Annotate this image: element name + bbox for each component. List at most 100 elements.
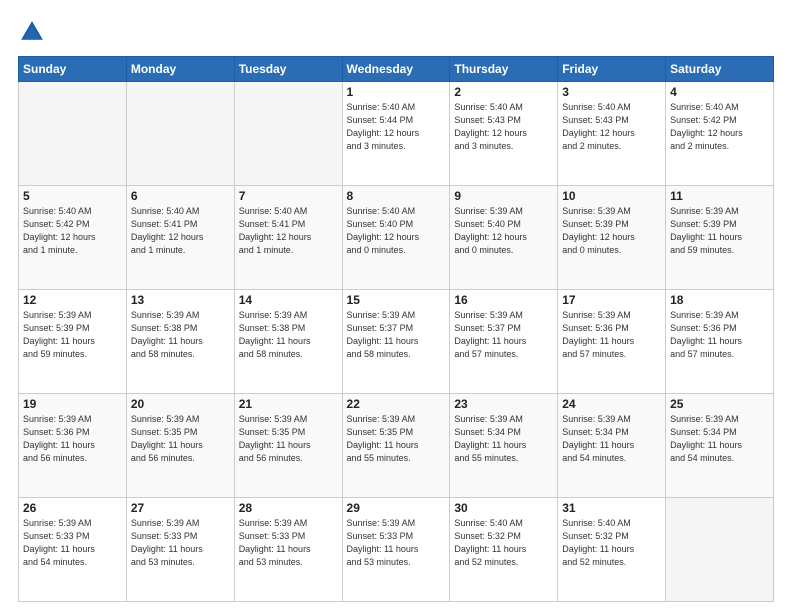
day-number: 14: [239, 293, 338, 307]
logo-icon: [18, 18, 46, 46]
calendar-cell: 24 Sunrise: 5:39 AM Sunset: 5:34 PM Dayli…: [558, 394, 666, 498]
day-number: 23: [454, 397, 553, 411]
day-number: 3: [562, 85, 661, 99]
day-number: 31: [562, 501, 661, 515]
calendar-cell: 2 Sunrise: 5:40 AM Sunset: 5:43 PM Daylig…: [450, 82, 558, 186]
day-number: 6: [131, 189, 230, 203]
calendar-cell: 26 Sunrise: 5:39 AM Sunset: 5:33 PM Dayli…: [19, 498, 127, 602]
day-info: Sunrise: 5:40 AM Sunset: 5:42 PM Dayligh…: [670, 101, 769, 153]
calendar-cell: 22 Sunrise: 5:39 AM Sunset: 5:35 PM Dayli…: [342, 394, 450, 498]
calendar-cell: 10Sunrise: 5:39 AM Sunset: 5:39 PM Dayli…: [558, 186, 666, 290]
day-number: 4: [670, 85, 769, 99]
weekday-header-sunday: Sunday: [19, 57, 127, 82]
day-info: Sunrise: 5:39 AM Sunset: 5:38 PM Dayligh…: [131, 309, 230, 361]
calendar-cell: [234, 82, 342, 186]
day-number: 25: [670, 397, 769, 411]
day-info: Sunrise: 5:39 AM Sunset: 5:37 PM Dayligh…: [347, 309, 446, 361]
day-number: 2: [454, 85, 553, 99]
day-info: Sunrise: 5:39 AM Sunset: 5:33 PM Dayligh…: [23, 517, 122, 569]
day-number: 17: [562, 293, 661, 307]
day-number: 13: [131, 293, 230, 307]
day-info: Sunrise: 5:39 AM Sunset: 5:34 PM Dayligh…: [454, 413, 553, 465]
calendar-cell: 5 Sunrise: 5:40 AM Sunset: 5:42 PM Daylig…: [19, 186, 127, 290]
day-info: Sunrise: 5:39 AM Sunset: 5:39 PM Dayligh…: [23, 309, 122, 361]
day-number: 10: [562, 189, 661, 203]
calendar-cell: 19 Sunrise: 5:39 AM Sunset: 5:36 PM Dayli…: [19, 394, 127, 498]
page: SundayMondayTuesdayWednesdayThursdayFrid…: [0, 0, 792, 612]
day-number: 11: [670, 189, 769, 203]
calendar-cell: 11 Sunrise: 5:39 AM Sunset: 5:39 PM Dayli…: [666, 186, 774, 290]
calendar-cell: 30Sunrise: 5:40 AM Sunset: 5:32 PM Dayli…: [450, 498, 558, 602]
day-number: 18: [670, 293, 769, 307]
calendar-cell: 16 Sunrise: 5:39 AM Sunset: 5:37 PM Dayli…: [450, 290, 558, 394]
day-number: 15: [347, 293, 446, 307]
calendar-cell: [19, 82, 127, 186]
day-info: Sunrise: 5:40 AM Sunset: 5:43 PM Dayligh…: [562, 101, 661, 153]
day-info: Sunrise: 5:39 AM Sunset: 5:36 PM Dayligh…: [670, 309, 769, 361]
day-info: Sunrise: 5:40 AM Sunset: 5:32 PM Dayligh…: [562, 517, 661, 569]
day-info: Sunrise: 5:40 AM Sunset: 5:41 PM Dayligh…: [131, 205, 230, 257]
calendar-cell: 13 Sunrise: 5:39 AM Sunset: 5:38 PM Dayli…: [126, 290, 234, 394]
calendar-cell: 6 Sunrise: 5:40 AM Sunset: 5:41 PM Daylig…: [126, 186, 234, 290]
calendar-cell: 1 Sunrise: 5:40 AM Sunset: 5:44 PM Daylig…: [342, 82, 450, 186]
calendar-cell: 14Sunrise: 5:39 AM Sunset: 5:38 PM Dayli…: [234, 290, 342, 394]
day-info: Sunrise: 5:39 AM Sunset: 5:33 PM Dayligh…: [239, 517, 338, 569]
day-number: 20: [131, 397, 230, 411]
calendar-cell: 29Sunrise: 5:39 AM Sunset: 5:33 PM Dayli…: [342, 498, 450, 602]
calendar-week-row: 12 Sunrise: 5:39 AM Sunset: 5:39 PM Dayli…: [19, 290, 774, 394]
calendar-cell: 25 Sunrise: 5:39 AM Sunset: 5:34 PM Dayli…: [666, 394, 774, 498]
calendar-cell: 28 Sunrise: 5:39 AM Sunset: 5:33 PM Dayli…: [234, 498, 342, 602]
day-number: 24: [562, 397, 661, 411]
day-info: Sunrise: 5:40 AM Sunset: 5:41 PM Dayligh…: [239, 205, 338, 257]
day-number: 29: [347, 501, 446, 515]
calendar-header-row: SundayMondayTuesdayWednesdayThursdayFrid…: [19, 57, 774, 82]
day-info: Sunrise: 5:39 AM Sunset: 5:33 PM Dayligh…: [131, 517, 230, 569]
day-info: Sunrise: 5:39 AM Sunset: 5:34 PM Dayligh…: [670, 413, 769, 465]
day-number: 19: [23, 397, 122, 411]
day-info: Sunrise: 5:39 AM Sunset: 5:35 PM Dayligh…: [347, 413, 446, 465]
calendar-cell: 7 Sunrise: 5:40 AM Sunset: 5:41 PM Daylig…: [234, 186, 342, 290]
calendar-cell: [126, 82, 234, 186]
day-number: 5: [23, 189, 122, 203]
day-info: Sunrise: 5:39 AM Sunset: 5:39 PM Dayligh…: [670, 205, 769, 257]
calendar-cell: 20 Sunrise: 5:39 AM Sunset: 5:35 PM Dayli…: [126, 394, 234, 498]
day-number: 28: [239, 501, 338, 515]
day-info: Sunrise: 5:39 AM Sunset: 5:34 PM Dayligh…: [562, 413, 661, 465]
day-info: Sunrise: 5:40 AM Sunset: 5:42 PM Dayligh…: [23, 205, 122, 257]
day-info: Sunrise: 5:39 AM Sunset: 5:35 PM Dayligh…: [131, 413, 230, 465]
calendar-cell: [666, 498, 774, 602]
logo: [18, 18, 50, 46]
calendar-table: SundayMondayTuesdayWednesdayThursdayFrid…: [18, 56, 774, 602]
calendar-cell: 8Sunrise: 5:40 AM Sunset: 5:40 PM Daylig…: [342, 186, 450, 290]
day-number: 26: [23, 501, 122, 515]
day-info: Sunrise: 5:40 AM Sunset: 5:44 PM Dayligh…: [347, 101, 446, 153]
day-info: Sunrise: 5:39 AM Sunset: 5:35 PM Dayligh…: [239, 413, 338, 465]
day-info: Sunrise: 5:40 AM Sunset: 5:43 PM Dayligh…: [454, 101, 553, 153]
day-info: Sunrise: 5:39 AM Sunset: 5:37 PM Dayligh…: [454, 309, 553, 361]
calendar-cell: 21Sunrise: 5:39 AM Sunset: 5:35 PM Dayli…: [234, 394, 342, 498]
day-number: 12: [23, 293, 122, 307]
weekday-header-thursday: Thursday: [450, 57, 558, 82]
day-info: Sunrise: 5:39 AM Sunset: 5:36 PM Dayligh…: [23, 413, 122, 465]
calendar-week-row: 5 Sunrise: 5:40 AM Sunset: 5:42 PM Daylig…: [19, 186, 774, 290]
weekday-header-tuesday: Tuesday: [234, 57, 342, 82]
calendar-week-row: 19 Sunrise: 5:39 AM Sunset: 5:36 PM Dayli…: [19, 394, 774, 498]
day-number: 27: [131, 501, 230, 515]
weekday-header-wednesday: Wednesday: [342, 57, 450, 82]
day-number: 7: [239, 189, 338, 203]
day-info: Sunrise: 5:39 AM Sunset: 5:36 PM Dayligh…: [562, 309, 661, 361]
calendar-cell: 23 Sunrise: 5:39 AM Sunset: 5:34 PM Dayli…: [450, 394, 558, 498]
calendar-cell: 18 Sunrise: 5:39 AM Sunset: 5:36 PM Dayli…: [666, 290, 774, 394]
day-number: 30: [454, 501, 553, 515]
calendar-cell: 15 Sunrise: 5:39 AM Sunset: 5:37 PM Dayli…: [342, 290, 450, 394]
day-number: 16: [454, 293, 553, 307]
calendar-cell: 9Sunrise: 5:39 AM Sunset: 5:40 PM Daylig…: [450, 186, 558, 290]
calendar-cell: 4 Sunrise: 5:40 AM Sunset: 5:42 PM Daylig…: [666, 82, 774, 186]
day-number: 9: [454, 189, 553, 203]
calendar-week-row: 26 Sunrise: 5:39 AM Sunset: 5:33 PM Dayli…: [19, 498, 774, 602]
calendar-week-row: 1 Sunrise: 5:40 AM Sunset: 5:44 PM Daylig…: [19, 82, 774, 186]
day-number: 1: [347, 85, 446, 99]
day-number: 22: [347, 397, 446, 411]
weekday-header-saturday: Saturday: [666, 57, 774, 82]
calendar-cell: 27 Sunrise: 5:39 AM Sunset: 5:33 PM Dayli…: [126, 498, 234, 602]
